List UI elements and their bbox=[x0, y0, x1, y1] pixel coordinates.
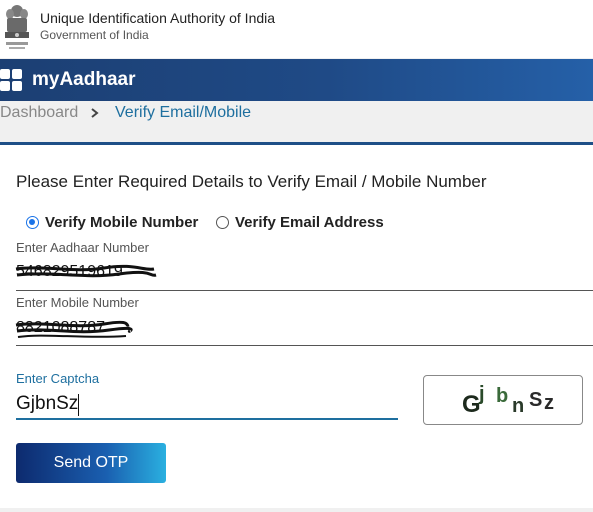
text-caret bbox=[78, 394, 79, 416]
org-subtitle: Government of India bbox=[40, 28, 149, 42]
verify-form-panel: Please Enter Required Details to Verify … bbox=[0, 142, 593, 508]
svg-text:j: j bbox=[478, 383, 485, 405]
verify-email-radio[interactable]: Verify Email Address bbox=[216, 212, 384, 232]
verify-email-label: Verify Email Address bbox=[235, 213, 384, 231]
app-banner: myAadhaar bbox=[0, 59, 593, 101]
redaction-scribble bbox=[15, 320, 133, 338]
site-header: Unique Identification Authority of India… bbox=[0, 0, 593, 58]
radio-checked-icon[interactable] bbox=[26, 215, 39, 229]
app-grid-icon[interactable] bbox=[0, 69, 24, 91]
form-heading: Please Enter Required Details to Verify … bbox=[16, 172, 487, 191]
breadcrumb-dashboard-link[interactable]: Dashboard bbox=[0, 104, 78, 122]
mobile-field-label: Enter Mobile Number bbox=[16, 295, 139, 310]
svg-text:n: n bbox=[512, 395, 524, 417]
svg-text:b: b bbox=[496, 385, 508, 407]
svg-text:G: G bbox=[462, 391, 481, 418]
national-emblem-icon bbox=[5, 5, 29, 49]
chevron-right-icon bbox=[90, 103, 100, 128]
radio-unchecked-icon[interactable] bbox=[216, 215, 229, 229]
verify-mobile-radio[interactable]: Verify Mobile Number bbox=[26, 212, 198, 232]
send-otp-button[interactable]: Send OTP bbox=[16, 443, 166, 483]
captcha-field-label: Enter Captcha bbox=[16, 371, 100, 386]
breadcrumb-current: Verify Email/Mobile bbox=[115, 104, 252, 121]
org-name: Unique Identification Authority of India bbox=[40, 10, 276, 26]
aadhaar-field-label: Enter Aadhaar Number bbox=[16, 240, 149, 255]
captcha-image: G j b n S z bbox=[423, 375, 583, 425]
captcha-input[interactable] bbox=[16, 390, 398, 420]
aadhaar-field-underline bbox=[16, 290, 593, 291]
mobile-field-underline bbox=[16, 345, 593, 346]
verify-mobile-label: Verify Mobile Number bbox=[45, 213, 199, 231]
redaction-scribble bbox=[15, 264, 157, 278]
app-brand[interactable]: myAadhaar bbox=[32, 69, 136, 91]
svg-text:S: S bbox=[529, 389, 542, 411]
svg-text:z: z bbox=[544, 392, 554, 414]
